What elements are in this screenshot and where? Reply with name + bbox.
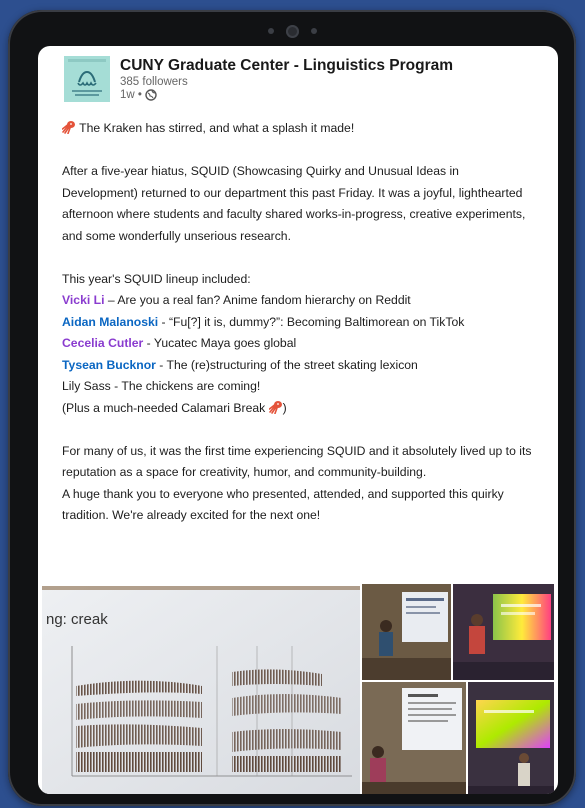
photo-image <box>362 584 451 680</box>
talk-title: – Are you a real fan? Anime fandom hiera… <box>104 293 411 307</box>
paragraph-1: After a five-year hiatus, SQUID (Showcas… <box>62 164 526 243</box>
talk-title: - “Fu[?] it is, dummy?”: Becoming Baltim… <box>158 314 465 329</box>
post-time: 1w • <box>120 89 142 101</box>
presenter-link[interactable]: Aidan Malanoski <box>62 315 158 329</box>
post-meta: 1w • <box>120 89 453 101</box>
lineup-item: Aidan Malanoski - “Fu[?] it is, dummy?”:… <box>62 312 538 334</box>
org-logo[interactable] <box>64 56 110 102</box>
camera-bar <box>8 24 576 38</box>
org-name[interactable]: CUNY Graduate Center - Linguistics Progr… <box>120 57 453 75</box>
post-screen: CUNY Graduate Center - Linguistics Progr… <box>38 46 558 794</box>
talk-title: - The (re)structuring of the street skat… <box>155 357 418 372</box>
camera-lens <box>285 24 299 38</box>
calamari-note: (Plus a much-needed Calamari Break ) <box>62 398 538 420</box>
slide-text: ng: creak <box>46 611 108 628</box>
presenter-photo[interactable] <box>453 584 554 680</box>
lineup-item: Tysean Bucknor - The (re)structuring of … <box>62 355 538 377</box>
logo-mark-icon <box>64 56 110 102</box>
post-intro: The Kraken has stirred, and what a splas… <box>62 118 538 140</box>
photo-gallery: ng: creak <box>38 576 558 794</box>
photo-image <box>453 584 554 680</box>
squid-emoji-icon <box>268 400 282 414</box>
paragraph-2: For many of us, it was the first time ex… <box>62 443 532 480</box>
calamari-text: (Plus a much-needed Calamari Break <box>62 400 269 415</box>
sensor-dot <box>310 28 317 34</box>
squid-emoji-icon <box>62 121 75 134</box>
photo-image <box>362 682 466 794</box>
follower-count: 385 followers <box>120 76 188 88</box>
post-header: CUNY Graduate Center - Linguistics Progr… <box>64 56 453 102</box>
spectrogram-photo[interactable]: ng: creak <box>42 586 360 794</box>
post-body: The Kraken has stirred, and what a splas… <box>62 118 538 527</box>
photo-image <box>468 682 554 794</box>
presenter-link[interactable]: Cecelia Cutler <box>62 336 143 350</box>
sensor-dot <box>267 28 274 34</box>
talk-title: - Yucatec Maya goes global <box>143 336 297 350</box>
intro-text: The Kraken has stirred, and what a splas… <box>79 121 355 135</box>
globe-icon <box>145 89 157 101</box>
presenter-link[interactable]: Tysean Bucknor <box>62 358 156 372</box>
paragraph-3: A huge thank you to everyone who present… <box>62 486 504 523</box>
calamari-close: ) <box>282 400 287 415</box>
lineup-item: Vicki Li – Are you a real fan? Anime fan… <box>62 290 538 312</box>
tablet-frame: CUNY Graduate Center - Linguistics Progr… <box>8 10 576 806</box>
lineup-heading: This year's SQUID lineup included: <box>62 271 251 286</box>
audience-photo[interactable] <box>362 682 466 794</box>
lineup-item: Cecelia Cutler - Yucatec Maya goes globa… <box>62 333 538 355</box>
lineup-item: Lily Sass - The chickens are coming! <box>62 379 261 393</box>
presenter-photo[interactable] <box>362 584 451 680</box>
presenter-link[interactable]: Vicki Li <box>62 293 104 307</box>
presenter-photo[interactable] <box>468 682 554 794</box>
